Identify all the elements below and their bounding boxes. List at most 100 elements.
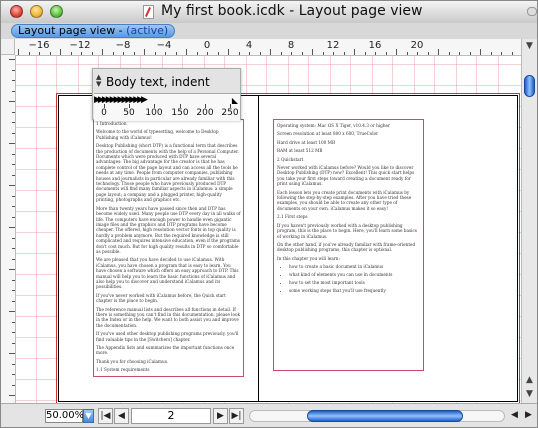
ruler-tick bbox=[9, 353, 15, 354]
ruler-tick bbox=[364, 52, 366, 55]
ruler-tick bbox=[459, 52, 460, 55]
ruler-corner[interactable] bbox=[1, 39, 15, 55]
paragraph: The reference manual lists and describes… bbox=[96, 306, 241, 328]
ruler-tick bbox=[9, 143, 15, 144]
ruler-tick bbox=[228, 49, 229, 55]
close-button[interactable] bbox=[10, 5, 23, 18]
ruler-tick bbox=[12, 300, 15, 302]
zoom-dropdown-button[interactable]: ▼ bbox=[83, 409, 94, 423]
ruler-tick bbox=[12, 237, 15, 239]
ruler-tick bbox=[39, 52, 40, 55]
paragraph: 2 Quickstart bbox=[277, 156, 304, 162]
tab-ruler-tick bbox=[230, 104, 231, 108]
next-page-button[interactable]: ▶ bbox=[213, 408, 228, 424]
paragraph-style-palette[interactable]: ▲ ▼ Body text, indent ▶▶▶▶▶▶▶▶▶▶▶▶▶ ◣ 0 50… bbox=[92, 68, 241, 121]
ruler-tick bbox=[12, 279, 15, 281]
tab-ruler[interactable]: ▶▶▶▶▶▶▶▶▶▶▶▶▶ ◣ 0 50 100 150 200 250 bbox=[94, 93, 240, 121]
ruler-tick bbox=[112, 52, 114, 55]
ruler-label: 16 bbox=[368, 40, 382, 51]
horizontal-ruler[interactable]: −16 −12 −8 −4 0 4 8 12 16 20 bbox=[15, 39, 521, 56]
ruler-tick bbox=[28, 52, 30, 55]
page-number-field[interactable]: 2 bbox=[131, 408, 211, 424]
paragraph-style-select[interactable]: ▲ ▼ Body text, indent bbox=[94, 73, 240, 91]
minimize-button[interactable] bbox=[30, 5, 43, 18]
paragraph: Never worked with iCalamus before? Would… bbox=[277, 165, 415, 187]
paragraph: Thank you for choosing iCalamus. bbox=[96, 358, 169, 364]
list-item: what kind of elements you can use in doc… bbox=[289, 272, 421, 277]
previous-page-button[interactable]: ◀ bbox=[114, 408, 129, 424]
tab-ruler-tick bbox=[129, 104, 130, 108]
tab-layout-page-view[interactable]: Layout page view - (active) bbox=[11, 24, 176, 38]
ruler-tick bbox=[81, 52, 82, 55]
ruler-tick bbox=[102, 49, 103, 55]
zoom-button[interactable] bbox=[50, 5, 63, 18]
ruler-tick bbox=[9, 227, 15, 228]
paragraph: 1.1 System requirements bbox=[96, 367, 150, 373]
scroll-top-arrow-icon[interactable]: ▼ bbox=[524, 41, 535, 52]
ruler-label: −8 bbox=[115, 40, 131, 51]
ruler-tick bbox=[60, 49, 61, 55]
ruler-tick bbox=[12, 216, 15, 218]
first-page-button[interactable]: |◀ bbox=[98, 408, 113, 424]
scroll-up-arrow-icon[interactable]: ▲ bbox=[524, 375, 535, 386]
tab-label: Layout page view - bbox=[18, 24, 127, 37]
bullet-list: how to create a basic document in iCalam… bbox=[277, 264, 421, 293]
scroll-right-arrow-icon[interactable]: ▶ bbox=[521, 408, 536, 424]
vertical-scroll-thumb[interactable] bbox=[524, 75, 535, 97]
right-margin-marker[interactable]: ◣ bbox=[232, 96, 238, 105]
vertical-ruler[interactable] bbox=[1, 55, 16, 403]
title-bar[interactable]: My first book.icdk - Layout page view bbox=[1, 1, 537, 24]
ruler-tick bbox=[49, 52, 51, 55]
scroll-down-arrow-icon[interactable]: ▼ bbox=[524, 389, 535, 400]
ruler-label: −4 bbox=[156, 40, 172, 51]
paragraph: If you've never worked with iCalamus bef… bbox=[96, 292, 226, 304]
ruler-tick bbox=[144, 49, 145, 55]
grid-line bbox=[36, 56, 37, 403]
ruler-tick bbox=[270, 49, 271, 55]
paragraph: Welcome to the world of typesetting, wel… bbox=[96, 129, 219, 140]
window-title: My first book.icdk - Layout page view bbox=[161, 3, 423, 19]
paragraph: Screen resolution at least 800 x 600, Tr… bbox=[277, 131, 379, 137]
document-proxy-icon[interactable] bbox=[143, 5, 154, 19]
ruler-tick bbox=[385, 52, 387, 55]
ruler-tick bbox=[417, 52, 418, 55]
tab-ruler-number: 200 bbox=[196, 108, 214, 118]
ruler-tick bbox=[333, 52, 334, 55]
tab-ruler-tick bbox=[104, 104, 105, 108]
paragraph: Each lesson lets you create print docume… bbox=[277, 189, 412, 211]
ruler-tick bbox=[12, 332, 15, 333]
vertical-scrollbar[interactable]: ▼ ▲ ▼ bbox=[521, 39, 537, 403]
page-spine bbox=[258, 95, 259, 402]
tab-ruler-number: 0 bbox=[101, 108, 107, 118]
zoom-field[interactable]: 50.00% bbox=[45, 409, 84, 423]
ruler-tick bbox=[448, 52, 450, 55]
ruler-tick bbox=[238, 52, 240, 55]
ruler-tick bbox=[9, 395, 15, 396]
ruler-tick bbox=[133, 52, 135, 55]
ruler-tick bbox=[501, 52, 502, 55]
ruler-tick bbox=[217, 52, 219, 55]
paragraph: If you haven't previously worked with a … bbox=[277, 222, 417, 239]
paragraph: In this chapter you will learn: bbox=[277, 255, 340, 261]
last-page-button[interactable]: ▶| bbox=[229, 408, 244, 424]
toolbar-toggle-button[interactable] bbox=[527, 7, 537, 16]
ruler-tick bbox=[12, 90, 15, 92]
tab-stop-markers[interactable]: ▶▶▶▶▶▶▶▶▶▶▶▶▶ bbox=[94, 96, 148, 105]
ruler-tick bbox=[9, 269, 15, 270]
paragraph: The Appendix lists and summarizes the im… bbox=[96, 345, 235, 356]
scroll-left-arrow-icon[interactable]: ◀ bbox=[507, 408, 522, 424]
ruler-tick bbox=[12, 290, 15, 291]
ruler-tick bbox=[12, 384, 15, 386]
ruler-tick bbox=[154, 52, 156, 55]
ruler-tick bbox=[438, 49, 439, 55]
ruler-tick bbox=[480, 49, 481, 55]
ruler-tick bbox=[9, 101, 15, 102]
ruler-tick bbox=[490, 52, 492, 55]
left-page-text: 1 Introduction Welcome to the world of ty… bbox=[96, 121, 241, 375]
paragraph: If you've used other desktop publishing … bbox=[96, 331, 239, 342]
tab-state: (active) bbox=[126, 24, 169, 37]
ruler-tick bbox=[343, 52, 345, 55]
list-item: how to create a basic document in iCalam… bbox=[289, 264, 421, 269]
ruler-label: 8 bbox=[287, 40, 295, 51]
horizontal-scroll-thumb[interactable] bbox=[307, 410, 463, 422]
